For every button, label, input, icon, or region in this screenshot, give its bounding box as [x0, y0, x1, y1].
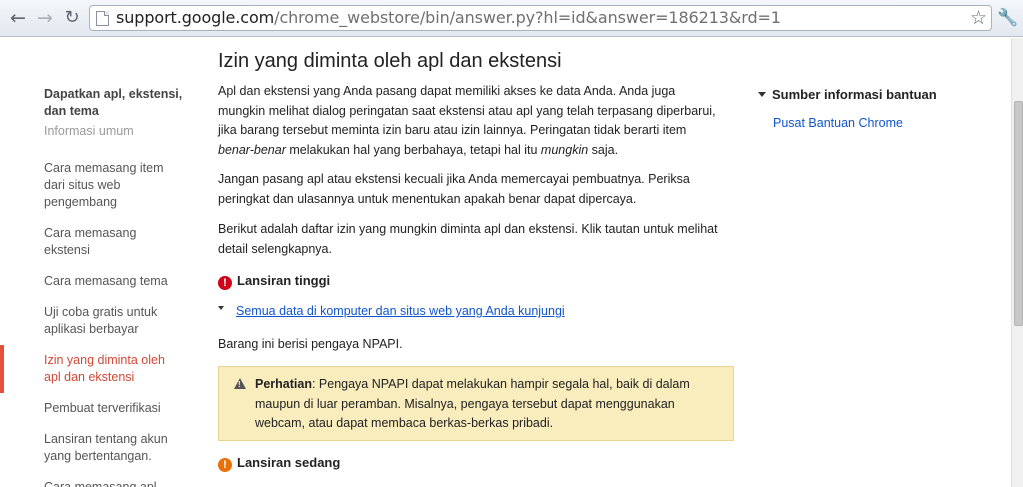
page-icon — [96, 11, 109, 26]
intro-text-c: saja. — [588, 142, 619, 157]
sidebar-item-free-trials[interactable]: Uji coba gratis untuk aplikasi berbayar — [44, 304, 184, 338]
intro-text-b: melakukan hal yang berbahaya, tetapi hal… — [285, 142, 541, 157]
intro-emphasis-1: benar-benar — [218, 142, 286, 157]
browser-toolbar: ← → ↻ support.google.com/chrome_webstore… — [0, 0, 1023, 37]
url-path: /chrome_webstore/bin/answer.py?hl=id&ans… — [274, 8, 781, 27]
high-alert-icon: ! — [218, 276, 232, 290]
intro-emphasis-2: mungkin — [540, 142, 589, 157]
collapse-triangle-icon[interactable] — [758, 92, 766, 97]
warning-text: Perhatian: Pengaya NPAPI dapat melakukan… — [255, 375, 725, 434]
sidebar-item-install-from-developer[interactable]: Cara memasang item dari situs web pengem… — [44, 160, 184, 211]
intro-text-a: Apl dan ekstensi yang Anda pasang dapat … — [218, 84, 716, 137]
bookmark-star-icon[interactable]: ☆ — [970, 7, 987, 29]
warning-triangle-icon: ! — [234, 378, 246, 389]
reload-icon[interactable]: ↻ — [61, 7, 83, 29]
permission-link[interactable]: Semua data di komputer dan situs web yan… — [236, 304, 565, 318]
sidebar-item-install-extensions[interactable]: Cara memasang ekstensi — [44, 225, 184, 259]
permission-toggle[interactable]: Semua data di komputer dan situs web yan… — [218, 304, 565, 318]
help-resources-heading[interactable]: Sumber informasi bantuan — [758, 87, 937, 102]
vertical-scrollbar[interactable] — [1011, 38, 1023, 487]
severity-high-label: Lansiran tinggi — [237, 273, 331, 288]
page-title: Izin yang diminta oleh apl dan ekstensi — [218, 50, 562, 72]
sidebar-item-verified-publishers[interactable]: Pembuat terverifikasi — [44, 400, 184, 417]
sidebar-item-install-themes[interactable]: Cara memasang tema — [44, 273, 184, 290]
intro-paragraph: Apl dan ekstensi yang Anda pasang dapat … — [218, 82, 718, 160]
sidebar-item-install-apps[interactable]: Cara memasang apl — [44, 479, 184, 487]
medium-alert-icon: ! — [218, 458, 232, 472]
url-host: support.google.com — [116, 8, 275, 27]
severity-high-heading: ! Lansiran tinggi — [218, 273, 330, 290]
npapi-note: Barang ini berisi pengaya NPAPI. — [218, 337, 403, 351]
sidebar-item-conflicting-accounts[interactable]: Lansiran tentang akun yang bertentangan. — [44, 431, 184, 465]
severity-medium-heading: ! Lansiran sedang — [218, 455, 340, 472]
severity-medium-label: Lansiran sedang — [237, 455, 341, 470]
warning-box: ! Perhatian: Pengaya NPAPI dapat melakuk… — [218, 366, 734, 441]
help-resources-label: Sumber informasi bantuan — [772, 87, 937, 102]
url-text[interactable]: support.google.com/chrome_webstore/bin/a… — [116, 6, 781, 30]
sidebar-heading[interactable]: Dapatkan apl, ekstensi, dan tema — [44, 86, 194, 120]
expand-triangle-icon[interactable] — [218, 306, 224, 310]
sidebar-subheading: Informasi umum — [44, 124, 134, 138]
list-intro-paragraph: Berikut adalah daftar izin yang mungkin … — [218, 222, 718, 256]
warning-label: Perhatian — [255, 377, 312, 391]
active-indicator — [0, 345, 4, 393]
sidebar-item-permissions[interactable]: Izin yang diminta oleh apl dan ekstensi — [44, 352, 184, 386]
wrench-menu-icon[interactable]: 🔧 — [997, 7, 1018, 29]
warning-body: : Pengaya NPAPI dapat melakukan hampir s… — [255, 377, 690, 430]
trust-paragraph: Jangan pasang apl atau ekstensi kecuali … — [218, 172, 690, 206]
chrome-help-center-link[interactable]: Pusat Bantuan Chrome — [773, 116, 903, 130]
scrollbar-thumb[interactable] — [1014, 101, 1023, 326]
address-bar[interactable]: support.google.com/chrome_webstore/bin/a… — [89, 5, 992, 31]
forward-arrow-icon[interactable]: → — [34, 7, 56, 29]
back-arrow-icon[interactable]: ← — [7, 7, 29, 29]
